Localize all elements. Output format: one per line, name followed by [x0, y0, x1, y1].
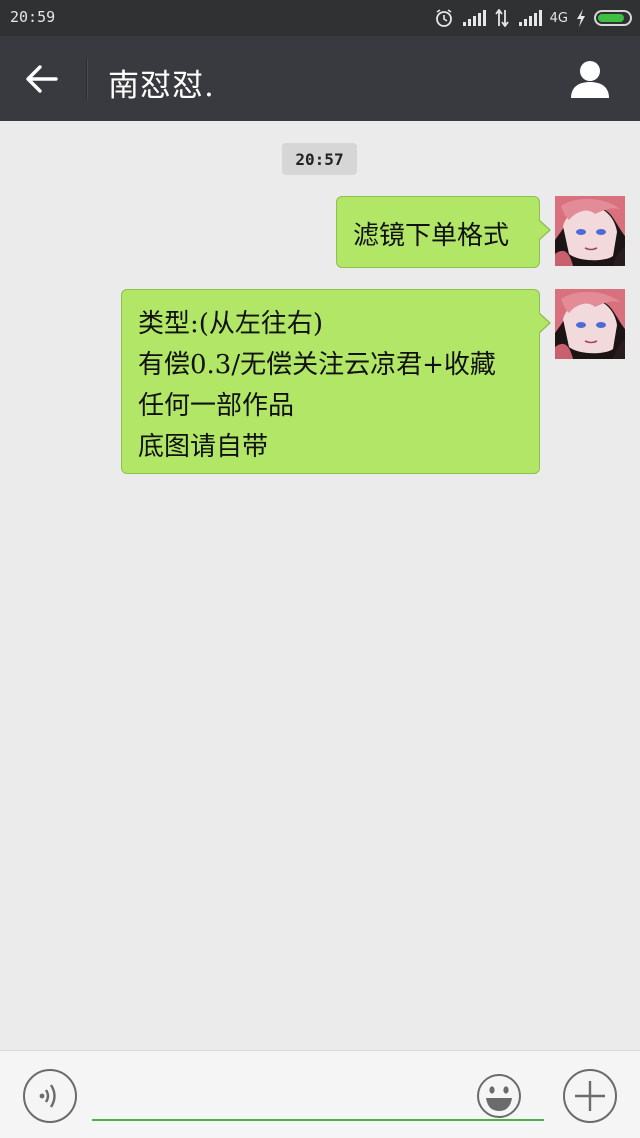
person-icon: [571, 61, 609, 98]
message-bubble[interactable]: 滤镜下单格式: [336, 196, 551, 268]
chat-title: 南怼怼.: [108, 68, 215, 104]
avatar[interactable]: [555, 196, 625, 266]
message-line: 有偿0.3/无偿关注云凉君+收藏: [138, 350, 496, 380]
signal-icon: [518, 10, 542, 26]
message-bubble[interactable]: 类型:(从左往右) 有偿0.3/无偿关注云凉君+收藏 任何一部作品 底图请自带: [121, 289, 551, 474]
message-list[interactable]: 20:57 滤镜下单格式 类型:(从左往右) 有偿0.3/无偿关注云凉君+收藏 …: [0, 121, 640, 1050]
battery-level: [598, 14, 624, 22]
network-type: 4G: [549, 10, 568, 26]
voice-icon: [23, 1069, 77, 1123]
signal-icon: [462, 10, 486, 26]
status-bar: 20:59 4G: [0, 0, 640, 36]
more-button[interactable]: [562, 1068, 618, 1124]
message-line: 类型:(从左往右): [138, 309, 324, 339]
back-arrow-icon: [26, 65, 58, 93]
message-timestamp: 20:57: [282, 143, 357, 175]
plus-icon: [563, 1069, 617, 1123]
back-button[interactable]: [18, 56, 66, 102]
voice-button[interactable]: [22, 1068, 78, 1124]
chat-info-button[interactable]: [568, 58, 612, 102]
data-transfer-icon: [494, 9, 509, 27]
emoji-button[interactable]: [476, 1073, 522, 1119]
status-time: 20:59: [10, 8, 56, 26]
message-line: 任何一部作品: [138, 391, 295, 421]
emoji-icon: [477, 1074, 521, 1118]
alarm-icon: [435, 9, 452, 27]
avatar[interactable]: [555, 289, 625, 359]
input-bar: [0, 1050, 640, 1138]
message-text: 滤镜下单格式: [353, 221, 510, 251]
charging-icon: [577, 9, 585, 27]
status-icons: 4G: [434, 6, 632, 30]
message-line: 底图请自带: [138, 432, 269, 462]
chat-header: 南怼怼.: [0, 36, 640, 121]
battery-icon: [594, 10, 632, 26]
header-divider: [86, 58, 88, 100]
